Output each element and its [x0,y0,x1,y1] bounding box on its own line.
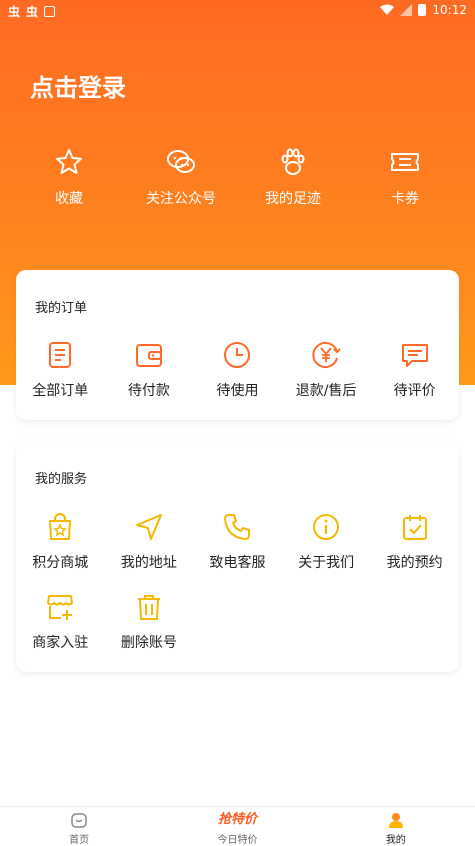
yen-refund-icon [312,342,341,368]
status-time: 10:12 [432,3,467,17]
wechat-icon [167,150,195,173]
tab-deals-label: 今日特价 [217,835,258,846]
shopping-bag-icon [49,513,72,540]
quick-label: 关注公众号 [146,191,216,207]
service-about[interactable]: 关于我们 [282,512,371,572]
status-bar: 虫 虫 10:12 [0,0,475,22]
order-all[interactable]: 全部订单 [16,340,105,400]
login-link[interactable]: 点击登录 [30,68,126,103]
service-label: 我的地址 [120,555,177,571]
home-icon [71,813,87,828]
order-review[interactable]: 待评价 [370,340,459,400]
quick-label: 卡券 [391,191,419,207]
navigation-icon [135,514,162,540]
service-merchant[interactable]: 商家入驻 [16,592,105,652]
quick-label: 收藏 [55,191,83,207]
brand-logo: 抢特价 [217,812,257,827]
service-delete-account[interactable]: 删除账号 [105,592,194,652]
order-unused[interactable]: 待使用 [193,340,282,400]
signal-icon [400,4,413,16]
quick-actions: 收藏 关注公众号 我的足迹 卡券 [14,146,460,208]
paw-icon [281,148,305,175]
tab-mine-label: 我的 [385,835,406,846]
orders-grid: 全部订单 待付款 待使用 退款/售后 待评价 [16,340,459,400]
tab-mine[interactable]: 我的 [317,807,475,846]
service-label: 我的预约 [386,555,443,571]
trash-icon [137,595,160,620]
order-label: 待评价 [393,383,436,399]
tab-home-label: 首页 [69,835,90,846]
order-unpaid[interactable]: 待付款 [105,340,194,400]
quick-favorites[interactable]: 收藏 [14,146,124,208]
service-label: 删除账号 [120,635,177,651]
service-address[interactable]: 我的地址 [105,512,194,572]
order-label: 待使用 [216,383,259,399]
order-label: 待付款 [127,383,170,399]
tab-deals[interactable]: 抢特价 今日特价 [158,807,316,846]
store-add-icon [47,595,74,620]
order-refund[interactable]: 退款/售后 [282,340,371,400]
quick-footprints[interactable]: 我的足迹 [238,146,348,208]
tab-home[interactable]: 首页 [0,807,158,846]
service-label: 商家入驻 [32,635,89,651]
battery-icon [418,4,427,16]
services-card: 我的服务 积分商城 我的地址 致电客服 关于我们 我的预约 商家入驻 删除账号 [16,441,459,672]
clipboard-icon [49,342,72,368]
service-call[interactable]: 致电客服 [193,512,282,572]
service-booking[interactable]: 我的预约 [370,512,459,572]
info-icon [313,514,340,540]
status-app-icon: 虫 [26,5,39,19]
quick-follow[interactable]: 关注公众号 [126,146,236,208]
service-points-mall[interactable]: 积分商城 [16,512,105,572]
order-label: 全部订单 [32,383,89,399]
wallet-icon [135,344,162,367]
service-label: 关于我们 [298,555,355,571]
clock-icon [224,342,251,368]
notification-icon [44,6,56,17]
orders-card: 我的订单 全部订单 待付款 待使用 退款/售后 待评价 [16,270,459,420]
service-label: 积分商城 [32,555,89,571]
status-app-icon: 虫 [8,5,21,19]
services-grid-row1: 积分商城 我的地址 致电客服 关于我们 我的预约 [16,512,459,572]
user-icon [388,813,403,828]
services-grid-row2: 商家入驻 删除账号 [16,592,459,652]
orders-title: 我的订单 [35,301,88,316]
phone-icon [224,514,251,540]
services-title: 我的服务 [35,472,88,487]
service-label: 致电客服 [209,555,266,571]
comment-icon [401,344,428,367]
star-icon [56,149,82,174]
quick-label: 我的足迹 [265,191,321,207]
wifi-icon [380,4,395,15]
calendar-check-icon [402,515,427,540]
ticket-icon [391,153,419,171]
bottom-tab-bar: 首页 抢特价 今日特价 我的 [0,806,475,846]
quick-coupons[interactable]: 卡券 [350,146,460,208]
order-label: 退款/售后 [295,383,357,399]
